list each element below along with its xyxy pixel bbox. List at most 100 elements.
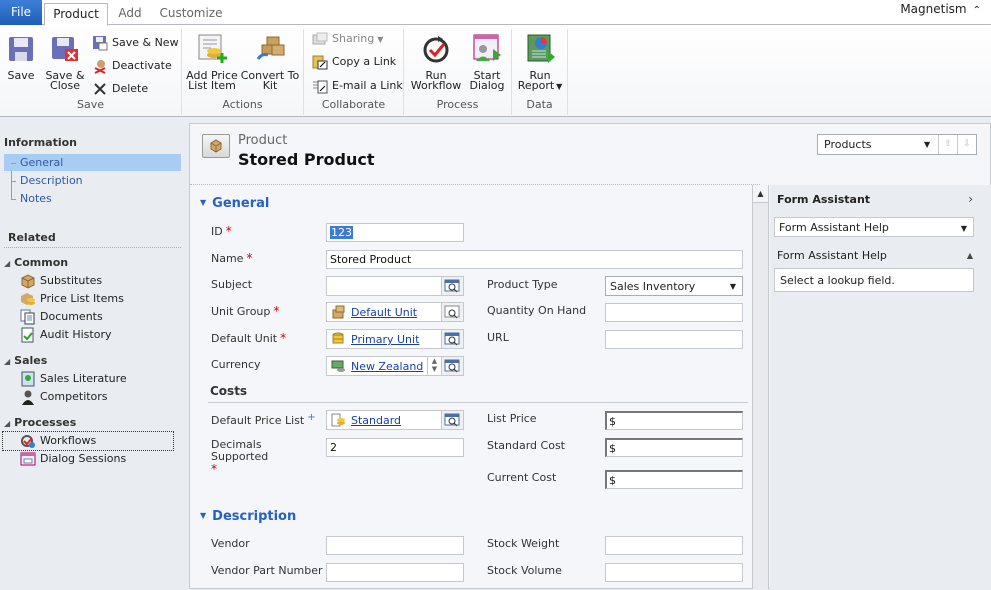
ribbon-group-save: Save Save & Close Save & New Deactivate … [0, 29, 182, 115]
tab-file[interactable]: File [0, 0, 42, 25]
recommended-marker: + [307, 412, 316, 423]
vendor-field[interactable] [326, 536, 464, 555]
nav-item-audit-history[interactable]: Audit History [20, 326, 173, 344]
decimals-supported-field[interactable]: 2 [326, 438, 464, 457]
unit-group-lookup[interactable]: Default Unit [326, 302, 464, 322]
section-general[interactable]: ▼ General [200, 196, 269, 211]
tab-customize[interactable]: Customize [155, 3, 227, 26]
collapse-triangle-icon[interactable]: ▲ [967, 251, 973, 260]
unit-group-link[interactable]: Default Unit [351, 306, 417, 319]
form-assistant-title: Form Assistant [777, 193, 871, 206]
record-set-dropdown-icon[interactable]: ▼ [924, 140, 930, 149]
stock-volume-field[interactable] [605, 563, 743, 582]
nav-item-price-list-items[interactable]: Price List Items [20, 290, 173, 308]
section-expand-icon: ▼ [200, 198, 207, 207]
form-assistant-select[interactable]: Form Assistant Help ▼ [774, 217, 974, 237]
nav-item-sales-literature[interactable]: Sales Literature [20, 370, 173, 388]
nav-item-description[interactable]: Description [4, 172, 181, 189]
sharing-button[interactable]: Sharing ▼ [312, 29, 383, 49]
id-field[interactable]: 123 [326, 223, 464, 242]
save-new-button[interactable]: Save & New [92, 33, 179, 53]
add-price-list-item-button[interactable]: Add Price List Item [186, 33, 238, 91]
box-icon [20, 273, 36, 289]
list-price-field[interactable]: $ [605, 411, 743, 430]
form-scrollbar[interactable]: ▲ [752, 185, 769, 589]
start-dialog-button[interactable]: Start Dialog [466, 33, 508, 91]
previous-record-icon[interactable]: ⇧ [938, 135, 957, 154]
form-assistant-panel: Form Assistant › Form Assistant Help ▼ Fo… [770, 185, 991, 589]
deactivate-button[interactable]: Deactivate [92, 56, 172, 76]
subject-lookup[interactable] [326, 276, 464, 296]
collapse-ribbon-icon[interactable]: ⌃ [973, 5, 981, 16]
nav-item-competitors[interactable]: Competitors [20, 388, 173, 406]
save-label: Save [7, 69, 35, 82]
lookup-search-icon[interactable] [441, 277, 463, 295]
price-list-link[interactable]: Standard [351, 414, 401, 427]
nav-group-sales[interactable]: ◢ Sales [4, 354, 47, 367]
run-workflow-label-2: Workflow [410, 79, 462, 92]
tab-product[interactable]: Product [44, 3, 108, 26]
costs-subsection-title: Costs [210, 384, 248, 398]
start-dialog-icon [471, 33, 503, 65]
price-list-add-icon [196, 33, 228, 65]
nav-group-label: Processes [14, 416, 77, 429]
entity-type-label: Product [238, 133, 288, 148]
nav-item-documents[interactable]: Documents [20, 308, 173, 326]
nav-item-substitutes[interactable]: Substitutes [20, 272, 173, 290]
group-label-data: Data [526, 98, 553, 111]
audit-history-icon [20, 327, 36, 343]
ribbon-group-collaborate: Sharing ▼ Copy a Link E-mail a Link Colla… [304, 29, 404, 115]
nav-group-processes[interactable]: ◢ Processes [4, 416, 76, 429]
costs-divider [208, 402, 748, 403]
nav-item-notes[interactable]: Notes [4, 190, 181, 207]
copy-link-button[interactable]: Copy a Link [312, 52, 396, 72]
form-assistant-help-heading: Form Assistant Help [777, 249, 887, 262]
currency-spinner[interactable]: ▲ ▼ [427, 357, 441, 375]
dropdown-arrow-icon: ▼ [960, 224, 967, 233]
nav-group-common[interactable]: ◢ Common [4, 256, 68, 269]
stock-weight-field[interactable] [605, 536, 743, 555]
email-link-button[interactable]: E-mail a Link [312, 76, 403, 96]
record-set-select[interactable]: Products [824, 138, 872, 151]
quantity-on-hand-field[interactable] [605, 303, 743, 322]
label-text: Default Unit [211, 332, 278, 345]
user-name: Magnetism [900, 2, 967, 16]
delete-button[interactable]: Delete [92, 79, 148, 99]
save-button[interactable]: Save [4, 33, 38, 81]
section-description[interactable]: ▼ Description [200, 509, 296, 524]
id-label: ID * [211, 224, 232, 238]
nav-group-label: Sales [14, 354, 48, 367]
vendor-part-number-field[interactable] [326, 563, 464, 582]
save-close-button[interactable]: Save & Close [44, 33, 86, 91]
default-unit-lookup[interactable]: Primary Unit [326, 329, 464, 349]
default-price-list-lookup[interactable]: Standard [326, 410, 464, 430]
unit-icon [331, 332, 346, 346]
scroll-up-icon[interactable]: ▲ [753, 185, 768, 203]
collapse-panel-chevron-icon[interactable]: › [968, 192, 973, 206]
currency-link[interactable]: New Zealand [351, 360, 423, 373]
user-menu[interactable]: Magnetism ⌃ [900, 2, 981, 16]
url-label: URL [487, 331, 509, 344]
tab-add[interactable]: Add [110, 3, 150, 26]
lookup-search-icon[interactable] [441, 357, 463, 375]
currency-lookup[interactable]: New Zealand ▲ ▼ [326, 356, 464, 376]
lookup-search-icon[interactable] [441, 330, 463, 348]
product-type-select[interactable]: Sales Inventory ▼ [605, 276, 743, 296]
current-cost-field[interactable]: $ [605, 470, 743, 489]
lookup-search-icon[interactable] [441, 411, 463, 429]
record-title: Stored Product [238, 150, 375, 169]
lookup-search-icon[interactable] [441, 303, 463, 321]
name-field[interactable]: Stored Product [326, 250, 743, 269]
nav-item-workflows[interactable]: Workflows [2, 431, 174, 451]
nav-item-general[interactable]: General [4, 154, 181, 171]
run-workflow-button[interactable]: Run Workflow [408, 33, 464, 91]
next-record-icon[interactable]: ⇩ [957, 135, 976, 154]
default-price-list-label: Default Price List + [211, 412, 316, 427]
nav-item-dialog-sessions[interactable]: Dialog Sessions [20, 450, 173, 468]
run-report-button[interactable]: Run Report ▼ [514, 33, 566, 92]
nav-item-label: Substitutes [40, 274, 103, 287]
default-unit-link[interactable]: Primary Unit [351, 333, 419, 346]
convert-to-kit-button[interactable]: Convert To Kit [240, 33, 300, 91]
url-field[interactable] [605, 330, 743, 349]
standard-cost-field[interactable]: $ [605, 438, 743, 457]
